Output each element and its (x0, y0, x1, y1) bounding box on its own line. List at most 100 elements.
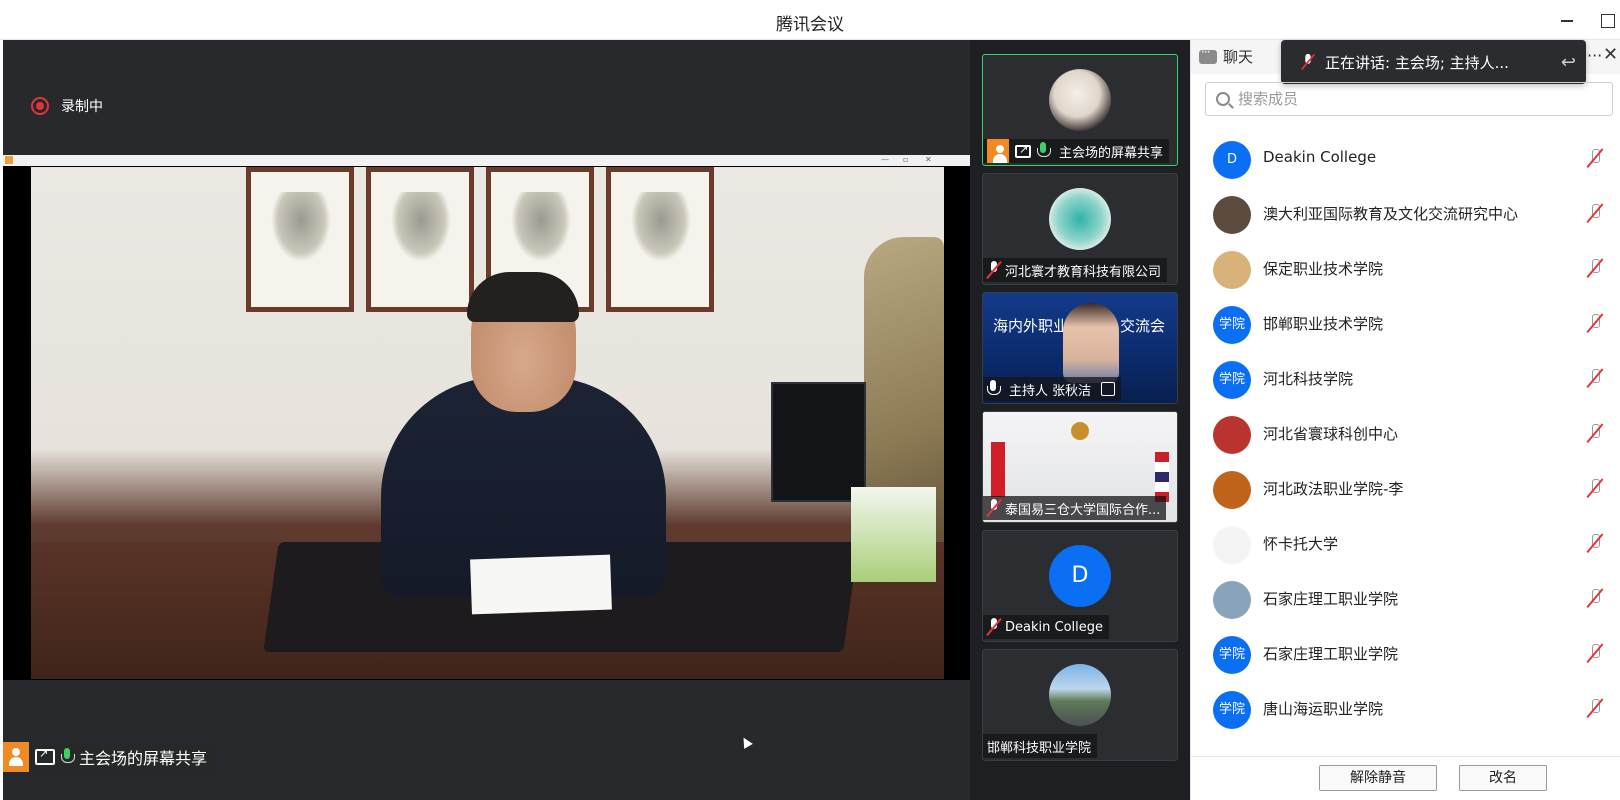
host-banner-tail: 交流会 (1120, 317, 1166, 335)
member-name: 怀卡托大学 (1263, 535, 1339, 553)
member-row[interactable]: 学院 河北科技学院 (1191, 352, 1620, 407)
avatar (1049, 69, 1111, 131)
more-icon[interactable]: ··· (1587, 46, 1602, 65)
tile-name-bar: 泰国易三仓大学国际合作... (983, 496, 1167, 520)
member-list: D Deakin College 澳大利亚国际教育及文化交流研究中心保定职业技术学院… (1191, 132, 1620, 762)
reply-icon[interactable]: ↩ (1561, 52, 1576, 73)
member-name: 石家庄理工职业学院 (1263, 645, 1399, 663)
rename-button[interactable]: 改名 (1459, 765, 1547, 791)
speaking-text: 正在讲话: 主会场; 主持人... (1325, 53, 1509, 72)
chat-icon (1199, 45, 1217, 64)
mic-muted-icon[interactable] (1587, 203, 1603, 225)
avatar (1213, 471, 1251, 509)
member-search[interactable] (1205, 82, 1613, 116)
mic-muted-icon[interactable] (1587, 148, 1603, 170)
member-row[interactable]: D Deakin College (1191, 132, 1620, 187)
tile-name-bar: 主会场的屏幕共享 (983, 139, 1170, 163)
tile-name: 主会场的屏幕共享 (1059, 145, 1164, 161)
member-name: 保定职业技术学院 (1263, 260, 1384, 278)
recording-label: 录制中 (61, 99, 103, 115)
main-stage: 录制中 — ▫ ✕ (3, 40, 970, 800)
avatar: D (1049, 545, 1111, 607)
tile-name-bar: 主持人 张秋洁 (983, 377, 1122, 401)
participant-tile[interactable]: 泰国易三仓大学国际合作... (982, 411, 1178, 523)
tile-name: 河北寰才教育科技有限公司 (1005, 264, 1162, 280)
tile-name: 主持人 张秋洁 (1009, 383, 1092, 399)
search-icon (1216, 92, 1230, 106)
member-row[interactable]: 河北政法职业学院-李 (1191, 462, 1620, 517)
member-row[interactable]: 石家庄理工职业学院 (1191, 572, 1620, 627)
chat-tab-label: 聊天 (1223, 48, 1254, 66)
recording-indicator: 录制中 (31, 96, 103, 116)
member-row[interactable]: 保定职业技术学院 (1191, 242, 1620, 297)
member-name: Deakin College (1263, 148, 1377, 166)
host-face (1063, 303, 1119, 383)
avatar: 学院 (1213, 361, 1251, 399)
avatar: D (1213, 141, 1251, 179)
close-icon[interactable]: ✕ (1603, 44, 1618, 65)
mic-muted-icon[interactable] (1587, 423, 1603, 445)
member-row[interactable]: 学院 石家庄理工职业学院 (1191, 627, 1620, 682)
presenter-label: 主会场的屏幕共享 (79, 749, 208, 768)
screen-share-icon (35, 747, 55, 765)
tile-name: 邯郸科技职业学院 (987, 740, 1092, 756)
paper-document (470, 554, 612, 615)
flag-icon (991, 442, 1005, 497)
mic-muted-icon[interactable] (1587, 588, 1603, 610)
microphone-icon (1037, 142, 1051, 160)
member-row[interactable]: 澳大利亚国际教育及文化交流研究中心 (1191, 187, 1620, 242)
avatar (1049, 188, 1111, 250)
speaking-toast: 正在讲话: 主会场; 主持人... ↩ (1281, 40, 1586, 84)
avatar: 学院 (1213, 691, 1251, 729)
participant-tile[interactable]: D Deakin College (982, 530, 1178, 642)
member-name: 石家庄理工职业学院 (1263, 590, 1399, 608)
participant-tile[interactable]: 邯郸科技职业学院 (982, 649, 1178, 761)
member-row[interactable]: 怀卡托大学 (1191, 517, 1620, 572)
tile-name: Deakin College (1005, 619, 1103, 635)
maximize-icon[interactable] (1595, 8, 1619, 32)
avatar (1049, 664, 1111, 726)
member-row[interactable]: 河北省寰球科创中心 (1191, 407, 1620, 462)
wall-painting (246, 167, 354, 312)
tile-name: 泰国易三仓大学国际合作... (1005, 502, 1161, 518)
minimize-icon[interactable] (1555, 8, 1579, 32)
participant-tiles: 主会场的屏幕共享 河北寰才教育科技有限公司 海内外职业 交流会 主持人 张秋洁 泰… (970, 40, 1190, 800)
mic-muted-icon[interactable] (1587, 533, 1603, 555)
microphone-icon (61, 748, 75, 766)
mic-muted-icon[interactable] (1587, 258, 1603, 280)
mic-muted-icon[interactable] (1587, 368, 1603, 390)
participant-tile[interactable]: 海内外职业 交流会 主持人 张秋洁 (982, 292, 1178, 404)
mic-muted-icon (987, 618, 1001, 636)
shared-window-titlebar: — ▫ ✕ (3, 155, 970, 166)
mic-muted-icon (987, 499, 1001, 517)
member-name: 河北省寰球科创中心 (1263, 425, 1399, 443)
participant-tile[interactable]: 主会场的屏幕共享 (982, 54, 1178, 166)
microphone-icon (987, 380, 1001, 398)
host-icon (987, 139, 1009, 163)
member-name: 河北政法职业学院-李 (1263, 480, 1404, 498)
mic-muted-icon[interactable] (1587, 698, 1603, 720)
shared-close-icon: ✕ (925, 155, 932, 164)
member-row[interactable]: 学院 邯郸职业技术学院 (1191, 297, 1620, 352)
avatar: 学院 (1213, 636, 1251, 674)
presenter-badge: 主会场的屏幕共享 (3, 742, 216, 772)
wall-painting (606, 167, 714, 312)
member-name: 唐山海运职业学院 (1263, 700, 1384, 718)
participant-tile[interactable]: 河北寰才教育科技有限公司 (982, 173, 1178, 285)
mic-muted-icon[interactable] (1587, 313, 1603, 335)
host-banner-text: 海内外职业 (993, 317, 1069, 335)
mic-muted-icon (1302, 53, 1315, 70)
mic-muted-icon[interactable] (1587, 643, 1603, 665)
title-bar: 腾讯会议 (0, 0, 1620, 40)
mic-muted-icon[interactable] (1587, 478, 1603, 500)
unmute-button[interactable]: 解除静音 (1319, 765, 1437, 791)
record-icon (31, 97, 49, 115)
avatar (1213, 416, 1251, 454)
member-row[interactable]: 学院 唐山海运职业学院 (1191, 682, 1620, 737)
tile-name-bar: 邯郸科技职业学院 (983, 734, 1098, 758)
search-input[interactable] (1238, 90, 1598, 108)
tab-chat[interactable]: 聊天 (1199, 45, 1254, 67)
member-name: 河北科技学院 (1263, 370, 1354, 388)
window-title: 腾讯会议 (776, 15, 844, 35)
mouse-cursor-icon (739, 735, 753, 749)
